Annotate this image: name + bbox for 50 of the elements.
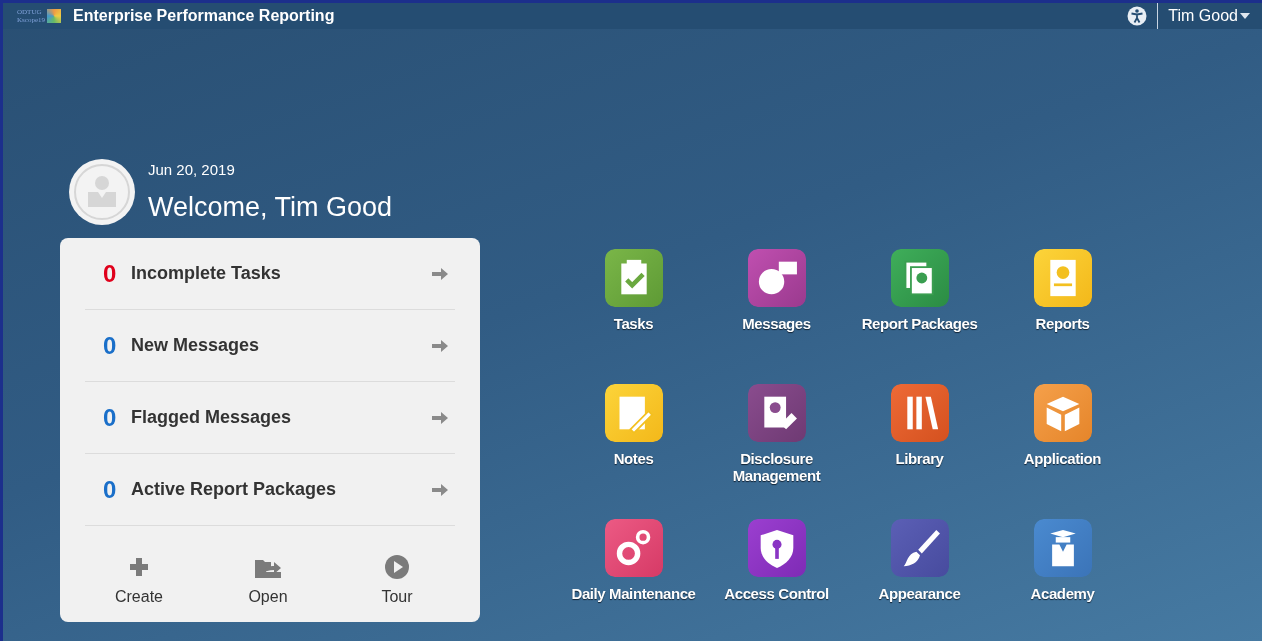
report-icon [1033,249,1092,307]
date-text: Jun 20, 2019 [148,161,236,178]
graduate-icon [1033,519,1092,577]
play-icon [383,554,411,580]
welcome-text: Welcome, Tim Good [148,192,393,223]
count: 0 [103,331,118,360]
app-tile[interactable]: Application [991,384,1134,519]
app-tile[interactable]: Daily Maintenance [562,519,705,641]
arrow-icon [431,482,449,497]
arrow-icon [431,338,449,353]
arrow-icon [431,266,449,281]
shield-key-icon [747,519,806,577]
documents-icon [890,249,949,307]
cube-icon [1033,384,1092,442]
count: 0 [103,259,118,288]
summary-label: New Messages [131,335,261,356]
app-tile[interactable]: Tasks [562,249,705,384]
app-tile[interactable]: Appearance [848,519,991,641]
app-tile[interactable]: Messages [705,249,848,384]
app-tile[interactable]: Academy [991,519,1134,641]
user-menu[interactable]: Tim Good [1168,7,1250,25]
summary-item[interactable]: 0 Flagged Messages [85,382,455,454]
paintbrush-icon [890,519,949,577]
tour-button[interactable]: Tour [361,554,433,606]
summary-label: Incomplete Tasks [131,263,282,284]
app-tile[interactable]: Report Packages [848,249,991,384]
count: 0 [103,403,118,432]
app-tile[interactable]: Reports [991,249,1134,384]
books-icon [890,384,949,442]
app-tile[interactable]: Notes [562,384,705,519]
logo-icon [47,9,61,23]
avatar-icon [69,159,135,225]
app-tile[interactable]: Disclosure Management [705,384,848,519]
summary-label: Active Report Packages [131,479,338,500]
count: 0 [103,475,118,504]
app-title: Enterprise Performance Reporting [73,7,335,25]
app-tile[interactable]: Access Control [705,519,848,641]
arrow-icon [431,410,449,425]
clipboard-check-icon [604,249,663,307]
app-tile[interactable]: Library [848,384,991,519]
notepad-pencil-icon [604,384,663,442]
accessibility-icon[interactable] [1127,6,1148,26]
caret-icon [1240,12,1250,20]
open-button[interactable]: Open [232,554,304,606]
document-tag-icon [747,384,806,442]
create-button[interactable]: Create [103,554,175,606]
summary-item[interactable]: 0 New Messages [85,310,455,382]
summary-item[interactable]: 0 Incomplete Tasks [85,238,455,310]
summary-item[interactable]: 0 Active Report Packages [85,454,455,526]
summary-label: Flagged Messages [131,407,293,428]
